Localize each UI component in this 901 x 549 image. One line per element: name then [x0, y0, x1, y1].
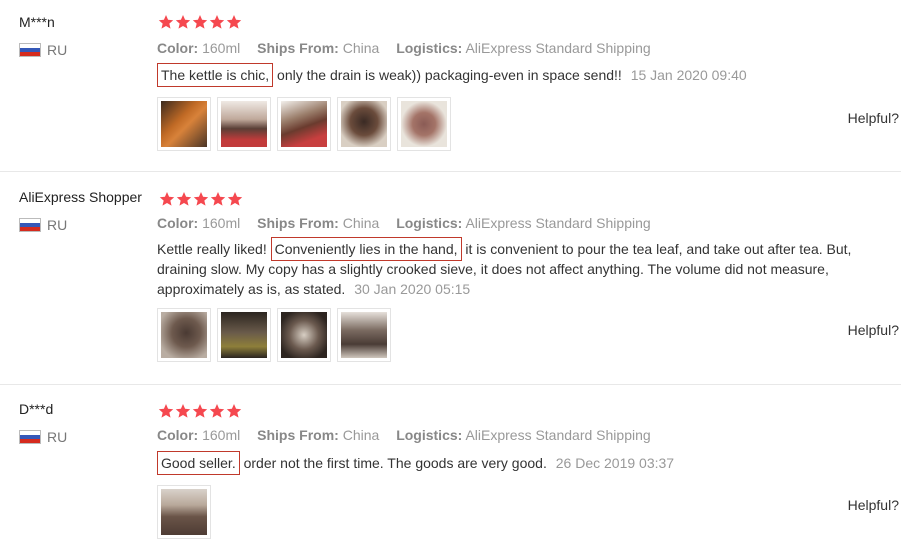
star-icon — [176, 191, 192, 207]
reviewer-name: M***n — [19, 14, 55, 30]
star-icon — [226, 14, 242, 30]
review-photo-thumbnail[interactable] — [217, 308, 271, 362]
color-value: 160ml — [202, 215, 241, 231]
ships-from-value: China — [342, 427, 380, 443]
star-rating — [158, 14, 242, 30]
reviewer-name: AliExpress Shopper — [19, 189, 142, 205]
ships-from-label: Ships From: — [257, 427, 339, 443]
ships-from-value: China — [342, 40, 380, 56]
star-icon — [226, 403, 242, 419]
star-icon — [210, 191, 226, 207]
review-photo-thumbnail[interactable] — [217, 97, 271, 151]
reviewer-country: RU — [19, 429, 67, 445]
review-photo-thumbnail[interactable] — [157, 485, 211, 539]
review-photo-thumbnail[interactable] — [337, 308, 391, 362]
review-photos — [157, 485, 211, 539]
logistics-label: Logistics: — [396, 40, 463, 56]
order-info: Color: 160ml Ships From: China Logistics… — [157, 427, 664, 443]
review-date: 15 Jan 2020 09:40 — [630, 67, 747, 83]
ships-from-label: Ships From: — [257, 40, 339, 56]
russia-flag-icon — [19, 218, 41, 232]
review-body: only the drain is weak)) packaging-even … — [277, 67, 622, 83]
ships-from-label: Ships From: — [257, 215, 339, 231]
star-rating — [158, 403, 242, 419]
order-info: Color: 160ml Ships From: China Logistics… — [157, 215, 664, 231]
country-code: RU — [47, 217, 68, 233]
review-photo-thumbnail[interactable] — [397, 97, 451, 151]
star-icon — [192, 14, 208, 30]
star-icon — [192, 403, 208, 419]
country-code: RU — [47, 42, 68, 58]
ships-from-value: China — [342, 215, 380, 231]
color-value: 160ml — [202, 40, 241, 56]
helpful-button[interactable]: Helpful? — [848, 322, 899, 338]
logistics-label: Logistics: — [396, 215, 463, 231]
color-label: Color: — [157, 40, 199, 56]
review-photo-thumbnail[interactable] — [337, 97, 391, 151]
color-value: 160ml — [202, 427, 241, 443]
logistics-value: AliExpress Standard Shipping — [465, 40, 651, 56]
reviewer-country: RU — [19, 217, 67, 233]
review-photo-thumbnail[interactable] — [157, 97, 211, 151]
star-icon — [158, 403, 174, 419]
review-item: AliExpress Shopper RU Color: 160ml Ships… — [0, 172, 901, 385]
review-text: Good seller. order not the first time. T… — [157, 451, 857, 475]
highlighted-phrase: The kettle is chic, — [157, 63, 274, 87]
star-rating — [159, 191, 243, 207]
country-code: RU — [47, 429, 68, 445]
russia-flag-icon — [19, 430, 41, 444]
review-date: 30 Jan 2020 05:15 — [354, 281, 471, 297]
russia-flag-icon — [19, 43, 41, 57]
star-icon — [209, 14, 225, 30]
review-item: M***n RU Color: 160ml Ships From: China … — [0, 0, 901, 172]
star-icon — [158, 14, 174, 30]
star-icon — [159, 191, 175, 207]
review-photo-thumbnail[interactable] — [157, 308, 211, 362]
highlighted-phrase: Conveniently lies in the hand, — [270, 237, 462, 261]
logistics-value: AliExpress Standard Shipping — [465, 215, 651, 231]
logistics-label: Logistics: — [396, 427, 463, 443]
star-icon — [209, 403, 225, 419]
review-photos — [157, 97, 451, 151]
review-date: 26 Dec 2019 03:37 — [555, 455, 675, 471]
reviewer-country: RU — [19, 42, 67, 58]
review-body: order not the first time. The goods are … — [243, 455, 547, 471]
star-icon — [227, 191, 243, 207]
helpful-button[interactable]: Helpful? — [848, 497, 899, 513]
star-icon — [193, 191, 209, 207]
review-photos — [157, 308, 391, 362]
review-photo-thumbnail[interactable] — [277, 97, 331, 151]
order-info: Color: 160ml Ships From: China Logistics… — [157, 40, 664, 56]
review-body-start: Kettle really liked! — [157, 241, 267, 257]
review-item: D***d RU Color: 160ml Ships From: China … — [0, 385, 901, 549]
color-label: Color: — [157, 427, 199, 443]
review-text: The kettle is chic, only the drain is we… — [157, 63, 857, 87]
review-text: Kettle really liked! Conveniently lies i… — [157, 237, 897, 299]
star-icon — [175, 403, 191, 419]
star-icon — [175, 14, 191, 30]
color-label: Color: — [157, 215, 199, 231]
reviewer-name: D***d — [19, 401, 54, 417]
highlighted-phrase: Good seller. — [157, 451, 240, 475]
logistics-value: AliExpress Standard Shipping — [465, 427, 651, 443]
helpful-button[interactable]: Helpful? — [848, 110, 899, 126]
review-photo-thumbnail[interactable] — [277, 308, 331, 362]
